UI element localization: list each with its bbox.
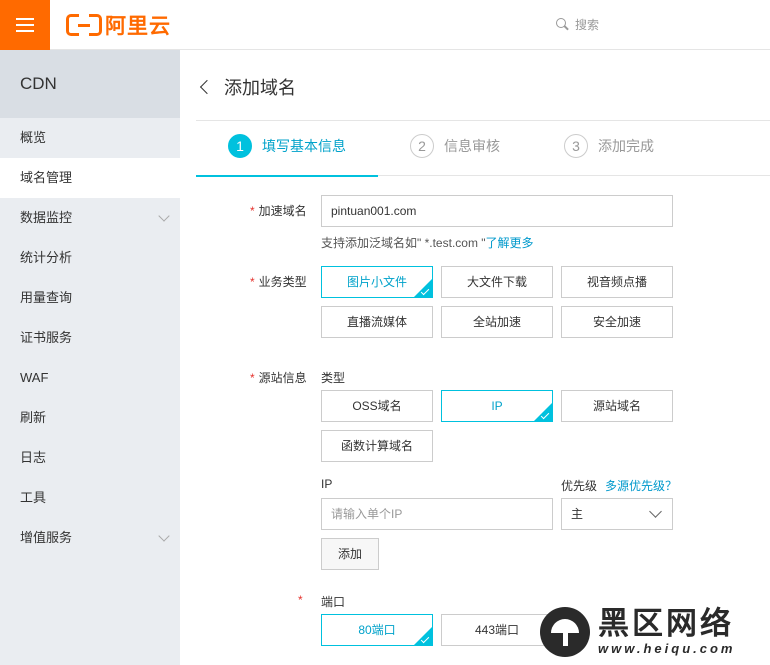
sidebar-item-data-monitoring[interactable]: 数据监控 — [0, 198, 180, 238]
menu-icon[interactable] — [0, 0, 50, 50]
add-ip-button[interactable]: 添加 — [321, 538, 379, 570]
port-option-443[interactable]: 443端口 — [441, 614, 553, 646]
sidebar-item-label: 统计分析 — [20, 250, 73, 265]
sidebar-item-logs[interactable]: 日志 — [0, 438, 180, 478]
sidebar-title: CDN — [0, 50, 180, 118]
page-header: 添加域名 — [198, 74, 296, 100]
business-option-large-download[interactable]: 大文件下载 — [441, 266, 553, 298]
sidebar-item-certificates[interactable]: 证书服务 — [0, 318, 180, 358]
sidebar-item-label: 刷新 — [20, 410, 47, 425]
learn-more-link[interactable]: 了解更多 — [486, 236, 534, 250]
chevron-down-icon — [649, 505, 662, 518]
chevron-down-icon — [158, 530, 170, 542]
business-option-live[interactable]: 直播流媒体 — [321, 306, 433, 338]
sidebar-item-label: 数据监控 — [20, 210, 73, 225]
top-bar: 阿里云 搜索 — [0, 0, 770, 50]
sidebar-item-usage-query[interactable]: 用量查询 — [0, 278, 180, 318]
watermark-title: 黑区网络 — [598, 606, 734, 641]
back-arrow-icon[interactable] — [199, 79, 215, 95]
sidebar-item-overview[interactable]: 概览 — [0, 118, 180, 158]
domain-input[interactable]: pintuan001.com — [321, 195, 673, 227]
sidebar-item-statistics[interactable]: 统计分析 — [0, 238, 180, 278]
business-option-secure[interactable]: 安全加速 — [561, 306, 673, 338]
domain-label: * 加速域名 — [250, 204, 307, 218]
main-content: 添加域名 1 填写基本信息 2 信息审核 3 添加完成 * 加速域名 pintua… — [180, 50, 770, 665]
chevron-down-icon — [158, 210, 170, 222]
business-type-label: * 业务类型 — [250, 275, 307, 289]
step-progress: 1 填写基本信息 2 信息审核 3 添加完成 — [196, 120, 770, 177]
step-basic-info: 1 填写基本信息 — [228, 134, 346, 158]
business-option-small-files[interactable]: 图片小文件 — [321, 266, 433, 298]
watermark-url: www.heiqu.com — [598, 641, 736, 656]
port-required-mark: * — [298, 593, 303, 607]
search-box[interactable]: 搜索 — [556, 16, 599, 33]
port-option-80[interactable]: 80端口 — [321, 614, 433, 646]
aliyun-logo[interactable]: 阿里云 — [66, 13, 171, 38]
step-label: 填写基本信息 — [262, 138, 346, 154]
origin-type-ip[interactable]: IP — [441, 390, 553, 422]
sidebar-item-label: 域名管理 — [20, 170, 73, 185]
sidebar: CDN 概览 域名管理 数据监控 统计分析 用量查询 证书服务 WAF 刷新 日… — [0, 50, 180, 665]
sidebar-item-waf[interactable]: WAF — [0, 358, 180, 398]
port-label: 端口 — [321, 595, 346, 609]
step-complete: 3 添加完成 — [564, 134, 654, 158]
business-option-full-site[interactable]: 全站加速 — [441, 306, 553, 338]
multi-origin-priority-link[interactable]: 多源优先级？ — [605, 477, 677, 494]
search-icon — [556, 18, 569, 31]
origin-type-oss[interactable]: OSS域名 — [321, 390, 433, 422]
page-title: 添加域名 — [224, 78, 296, 98]
origin-type-label: 类型 — [321, 371, 346, 385]
ip-input[interactable]: 请输入单个IP — [321, 498, 553, 530]
step-number: 1 — [228, 134, 252, 158]
sidebar-item-label: 概览 — [20, 130, 47, 145]
sidebar-item-label: 日志 — [20, 450, 47, 465]
origin-info-label: * 源站信息 — [250, 371, 307, 385]
step-label: 添加完成 — [598, 138, 654, 154]
sidebar-item-label: 工具 — [20, 490, 47, 505]
sidebar-item-value-added[interactable]: 增值服务 — [0, 518, 180, 558]
step-review: 2 信息审核 — [410, 134, 500, 158]
sidebar-item-refresh[interactable]: 刷新 — [0, 398, 180, 438]
step-label: 信息审核 — [444, 138, 500, 154]
sidebar-item-label: WAF — [20, 370, 49, 385]
business-option-vod[interactable]: 视音频点播 — [561, 266, 673, 298]
priority-select[interactable]: 主 — [561, 498, 673, 530]
origin-type-domain[interactable]: 源站域名 — [561, 390, 673, 422]
priority-label: 优先级 — [561, 479, 598, 493]
sidebar-item-label: 证书服务 — [20, 330, 73, 345]
step-number: 2 — [410, 134, 434, 158]
domain-hint: 支持添加泛域名如" *.test.com "了解更多 — [321, 236, 534, 250]
watermark: 黑区网络 www.heiqu.com — [540, 598, 770, 665]
sidebar-item-tools[interactable]: 工具 — [0, 478, 180, 518]
sidebar-item-domain-management[interactable]: 域名管理 — [0, 158, 180, 198]
sidebar-item-label: 用量查询 — [20, 290, 73, 305]
step-number: 3 — [564, 134, 588, 158]
sidebar-item-label: 增值服务 — [20, 530, 73, 545]
aliyun-logo-icon — [66, 14, 102, 36]
search-label: 搜索 — [575, 18, 600, 32]
origin-type-function[interactable]: 函数计算域名 — [321, 430, 433, 462]
ip-label: IP — [321, 477, 333, 491]
brand-name: 阿里云 — [105, 15, 171, 38]
active-step-indicator — [196, 175, 378, 177]
watermark-logo-icon — [540, 606, 590, 657]
